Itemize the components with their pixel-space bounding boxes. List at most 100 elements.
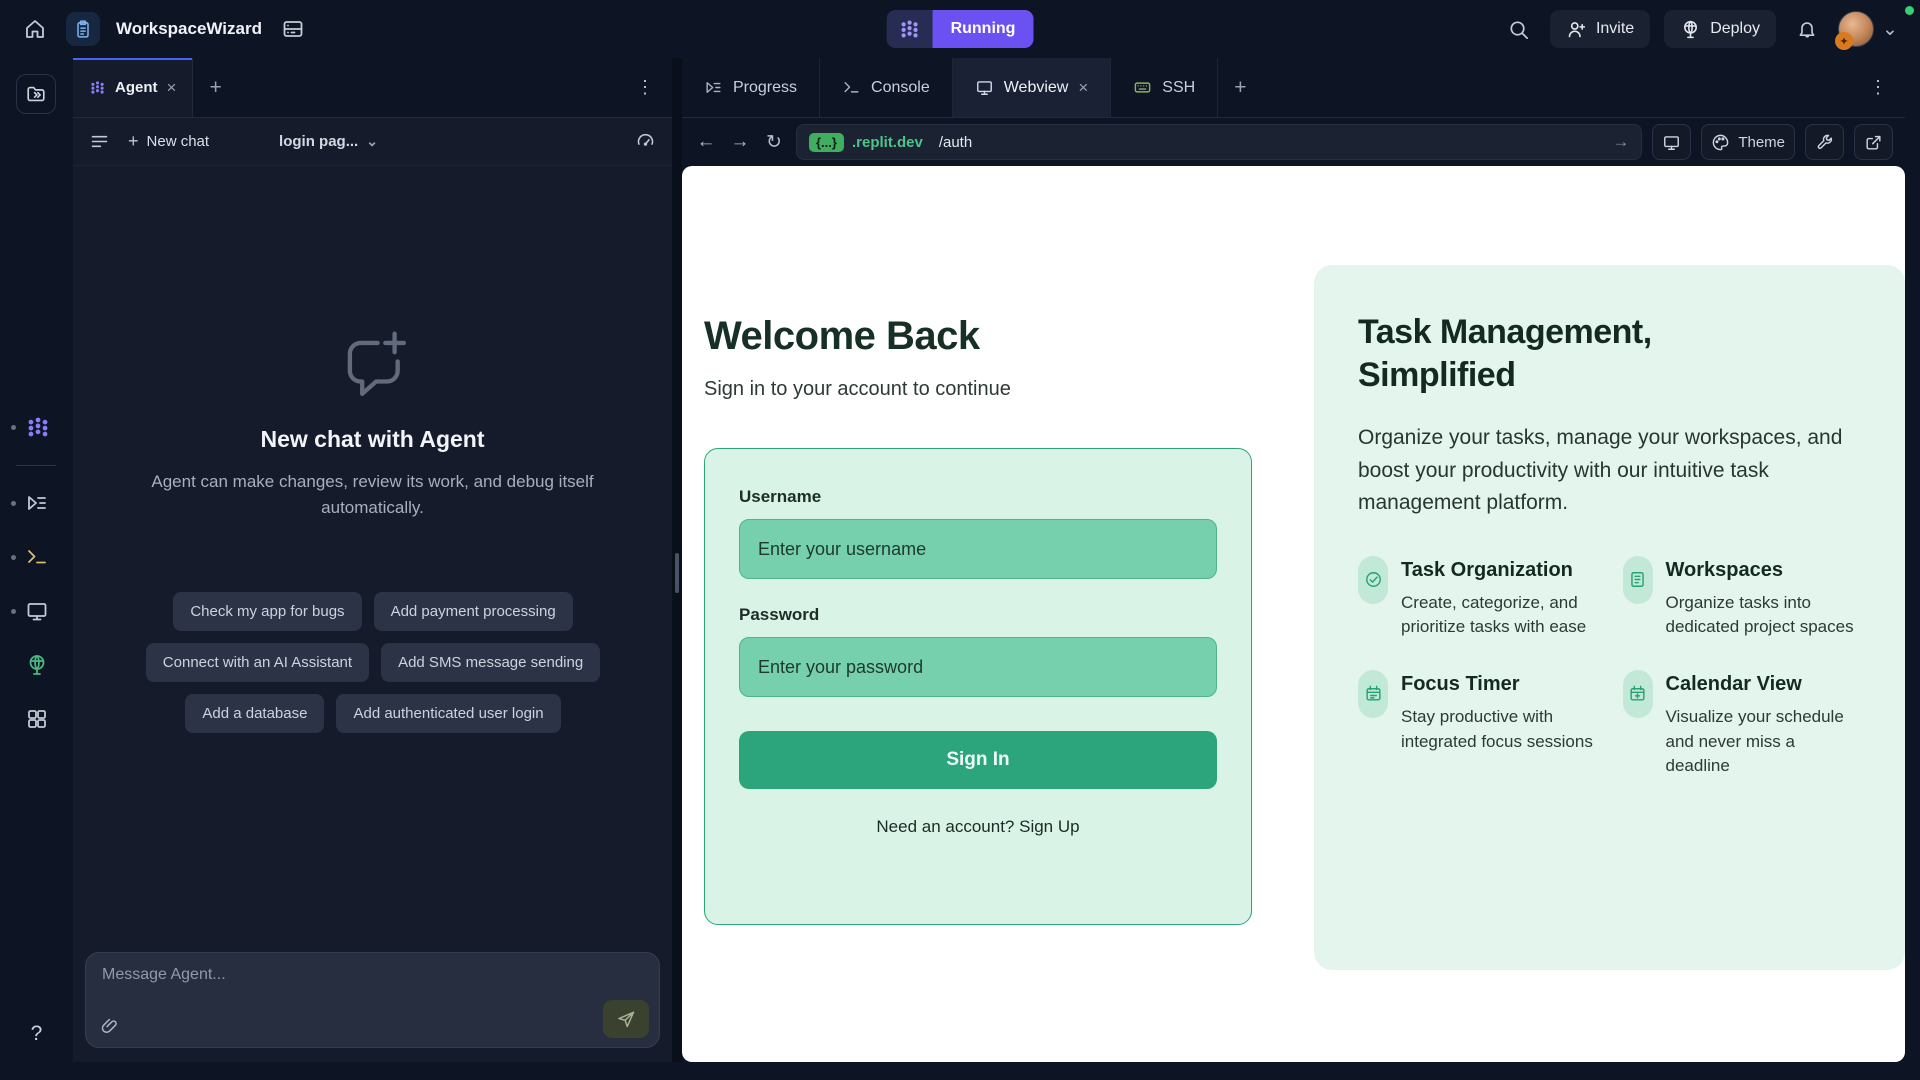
timer-icon: [1358, 670, 1388, 718]
add-tab-button[interactable]: +: [193, 58, 237, 117]
progress-icon: [704, 78, 723, 97]
feature-title: Workspaces: [1666, 556, 1862, 582]
empty-state-subtitle: Agent can make changes, review its work,…: [143, 469, 603, 522]
open-indicator-dot: [11, 609, 16, 614]
chat-list-icon[interactable]: [89, 131, 110, 152]
tab-label: SSH: [1162, 79, 1195, 97]
login-form-card: Username Password Sign In Need an accoun…: [704, 448, 1252, 925]
rail-item-networking[interactable]: [0, 648, 73, 682]
sign-up-link[interactable]: Need an account? Sign Up: [739, 817, 1217, 837]
suggestion-chip[interactable]: Connect with an AI Assistant: [146, 643, 369, 682]
top-bar: WorkspaceWizard Running: [0, 0, 1920, 58]
tab-progress[interactable]: Progress: [682, 58, 820, 117]
new-chat-button[interactable]: + New chat: [128, 131, 209, 152]
deploy-button[interactable]: Deploy: [1664, 10, 1776, 48]
feature-description: Visualize your schedule and never miss a…: [1666, 705, 1862, 779]
login-title: Welcome Back: [704, 314, 980, 359]
rail-item-tools[interactable]: [0, 702, 73, 736]
usage-gauge-icon[interactable]: [635, 131, 656, 152]
message-input[interactable]: [86, 953, 659, 1011]
panel-options-kebab-icon[interactable]: ⋮: [618, 58, 672, 117]
devtools-button[interactable]: [1805, 124, 1844, 160]
rail-item-agent[interactable]: [0, 410, 73, 444]
suggestion-chip[interactable]: Check my app for bugs: [173, 592, 361, 631]
tab-label: Console: [871, 79, 930, 97]
open-indicator-dot: [11, 501, 16, 506]
close-tab-icon[interactable]: ×: [1078, 79, 1088, 96]
rail-item-progress[interactable]: [0, 486, 73, 520]
feature-workspaces: Workspaces Organize tasks into dedicated…: [1623, 556, 1862, 640]
agent-toolbar: + New chat login pag... ⌄: [73, 118, 672, 166]
panel-resize-handle[interactable]: [672, 58, 682, 1062]
forward-icon[interactable]: →: [728, 131, 752, 153]
chevron-down-icon: ⌄: [1878, 18, 1902, 41]
feature-description: Stay productive with integrated focus se…: [1401, 705, 1597, 754]
run-status-pill[interactable]: Running: [887, 10, 1034, 48]
chat-session-selector[interactable]: login pag... ⌄: [279, 133, 378, 150]
feature-task-organization: Task Organization Create, categorize, an…: [1358, 556, 1597, 640]
suggestion-chip[interactable]: Add authenticated user login: [336, 694, 560, 733]
invite-label: Invite: [1596, 20, 1634, 38]
rail-item-shell[interactable]: [0, 540, 73, 574]
add-tab-button[interactable]: +: [1218, 58, 1262, 117]
feature-grid: Task Organization Create, categorize, an…: [1358, 556, 1861, 779]
feature-description: Create, categorize, and prioritize tasks…: [1401, 591, 1597, 640]
suggestion-chips: Check my app for bugs Add payment proces…: [93, 592, 653, 733]
new-chat-bubble-icon: [73, 326, 672, 400]
theme-label: Theme: [1738, 134, 1785, 151]
tab-ssh[interactable]: SSH: [1111, 58, 1218, 117]
rendered-page: Welcome Back Sign in to your account to …: [682, 166, 1905, 1062]
layout-panels-button[interactable]: [276, 12, 310, 46]
progress-icon: [25, 491, 49, 515]
search-button[interactable]: [1502, 12, 1536, 46]
password-label: Password: [739, 605, 1217, 625]
device-preview-button[interactable]: [1652, 124, 1691, 160]
empty-state-title: New chat with Agent: [73, 426, 672, 453]
external-link-icon: [1864, 133, 1883, 152]
navigate-arrow-icon[interactable]: →: [1612, 132, 1629, 152]
send-button[interactable]: [603, 1000, 649, 1038]
username-field[interactable]: [739, 519, 1217, 579]
account-menu[interactable]: ✦ ⌄: [1838, 11, 1902, 47]
suggestion-chip[interactable]: Add SMS message sending: [381, 643, 600, 682]
feature-title: Calendar View: [1666, 670, 1862, 696]
avatar: ✦: [1838, 11, 1874, 47]
keyboard-icon: [1133, 78, 1152, 97]
invite-button[interactable]: Invite: [1550, 10, 1650, 48]
address-bar[interactable]: {...} .replit.dev /auth →: [796, 124, 1642, 160]
suggestion-chip[interactable]: Add a database: [185, 694, 324, 733]
rail-item-webview[interactable]: [0, 594, 73, 628]
message-composer: [85, 952, 660, 1048]
host-domain: .replit.dev: [852, 134, 923, 151]
password-field[interactable]: [739, 637, 1217, 697]
feature-focus-timer: Focus Timer Stay productive with integra…: [1358, 670, 1597, 779]
host-badge: {...}: [809, 133, 844, 152]
tab-agent[interactable]: Agent ×: [73, 58, 193, 117]
theme-button[interactable]: Theme: [1701, 124, 1795, 160]
suggestion-chip[interactable]: Add payment processing: [374, 592, 573, 631]
tab-webview[interactable]: Webview ×: [953, 58, 1112, 117]
globe-icon: [25, 653, 49, 677]
workspace-window: WorkspaceWizard Running: [0, 0, 1920, 1080]
login-subtitle: Sign in to your account to continue: [704, 378, 1011, 401]
open-external-button[interactable]: [1854, 124, 1893, 160]
tab-console[interactable]: Console: [820, 58, 953, 117]
reload-icon[interactable]: ↻: [762, 131, 786, 154]
new-chat-label: New chat: [147, 133, 210, 150]
home-button[interactable]: [18, 12, 52, 46]
person-plus-icon: [1566, 19, 1587, 40]
webview-tab-strip: Progress Console Webview × SSH: [682, 58, 1905, 118]
notifications-button[interactable]: [1790, 12, 1824, 46]
monitor-icon: [975, 78, 994, 97]
wrench-icon: [1815, 133, 1834, 152]
file-tree-toggle-button[interactable]: [16, 74, 56, 114]
pane-toggle-icon: [25, 83, 47, 105]
close-tab-icon[interactable]: ×: [167, 79, 177, 96]
feature-title: Task Organization: [1401, 556, 1597, 582]
promo-title: Task Management, Simplified: [1358, 311, 1768, 396]
webview-options-kebab-icon[interactable]: ⋮: [1851, 58, 1905, 117]
back-icon[interactable]: ←: [694, 131, 718, 153]
help-button[interactable]: ?: [0, 1022, 73, 1046]
sign-in-button[interactable]: Sign In: [739, 731, 1217, 789]
attachment-paperclip-icon[interactable]: [100, 1017, 120, 1037]
